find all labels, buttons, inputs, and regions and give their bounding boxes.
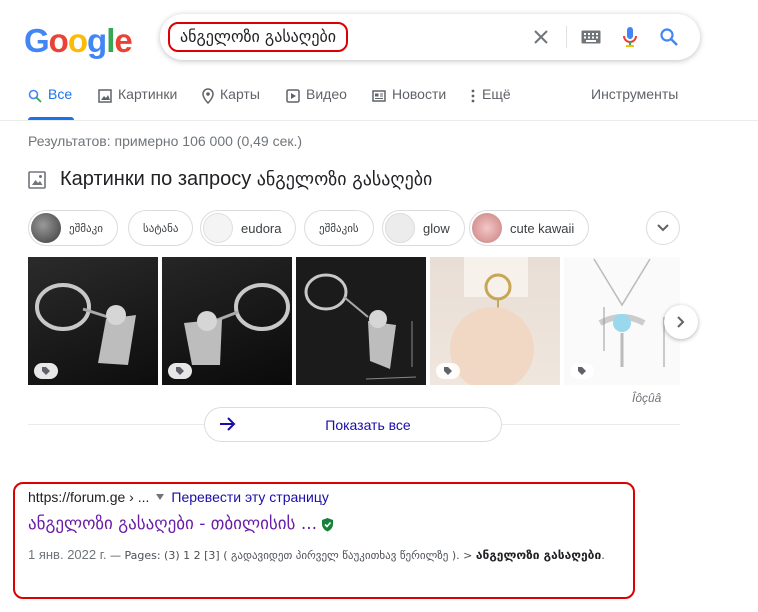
result-url-row: https://forum.ge › ... Перевести эту стр… [28,489,329,505]
tools-label: Инструменты [591,86,679,102]
caret-down-icon[interactable] [155,493,165,501]
close-icon[interactable] [528,24,554,50]
logo-letter: o [48,22,69,59]
verified-shield-icon [322,517,334,531]
chevron-down-icon [657,224,669,232]
chip-eudora[interactable]: eudora [200,210,297,246]
search-icon [28,89,42,103]
search-icon[interactable] [656,24,682,50]
translate-link[interactable]: Перевести эту страницу [171,489,328,505]
tab-more[interactable]: Ещё [470,86,511,120]
image-result[interactable] [28,257,158,385]
result-stats: Результатов: примерно 106 000 (0,49 сек.… [28,133,303,149]
images-heading-text: Картинки по запросу ანგელოზი გასაღები [60,168,432,191]
chip-label: glow [423,220,450,236]
chip-thumbnail [31,213,61,243]
search-tabs: Все Картинки Карты Видео Новости Ещё Инс… [28,86,708,120]
tab-images[interactable]: Картинки [98,86,177,120]
chip-glow[interactable]: glow [382,210,465,246]
tab-label: Видео [306,86,347,102]
tab-news[interactable]: Новости [372,86,446,120]
tools-button[interactable]: Инструменты [591,86,678,120]
chip-satana[interactable]: სატანა [128,210,194,246]
news-icon [372,90,386,102]
result-title-text[interactable]: ანგელოზი გასაღები - თბილისის ... [28,514,317,534]
image-caption: Îôçûâ [632,391,662,405]
images-heading-prefix: Картинки по запросу [60,168,252,190]
chip-label: eudora [241,220,282,236]
tabs-divider [0,120,758,121]
logo-letter: o [67,22,88,59]
tab-label: Картинки [118,86,178,102]
logo-letter: e [114,22,132,59]
result-snippet: 1 янв. 2022 г. — Pages: (3) 1 2 [3] ( გა… [28,543,628,567]
show-all-label: Показать все [325,416,411,433]
tag-icon [570,363,594,379]
image-icon [28,170,46,189]
map-pin-icon [202,88,214,104]
images-heading[interactable]: Картинки по запросу ანგელოზი გასაღები [28,168,432,191]
tab-all[interactable]: Все [28,86,74,120]
chip-label: cute kawaii [510,220,575,236]
tab-label: Ещё [482,86,511,102]
tab-maps[interactable]: Карты [202,86,260,120]
image-result[interactable] [430,257,560,385]
divider [566,26,567,48]
snippet-date: 1 янв. 2022 г. [28,547,107,562]
tab-label: Новости [392,86,447,102]
chip-label: სატანა [143,221,179,235]
snippet-end: . [601,547,605,562]
snippet-text: — Pages: (3) 1 2 [3] ( გადავიდეთ პირველ … [106,549,476,562]
tab-label: Все [48,86,73,102]
keyboard-icon[interactable] [578,24,604,50]
chip-thumbnail [203,213,233,243]
result-url[interactable]: https://forum.ge › ... [28,489,149,505]
images-next-button[interactable] [664,305,698,339]
keychain-image [304,273,417,380]
snippet-bold: ანგელოზი გასაღები [475,548,602,562]
image-icon [98,89,112,103]
tag-icon [436,363,460,379]
image-result[interactable] [564,257,680,385]
search-box[interactable]: ანგელოზი გასაღები [160,14,700,60]
tag-icon [168,363,192,379]
chip-thumbnail [385,213,415,243]
tab-video[interactable]: Видео [286,86,347,120]
chevron-right-icon [677,316,685,328]
logo-letter: g [87,22,107,59]
chip-label: ეშმაკის [319,221,359,235]
chip-thumbnail [472,213,502,243]
more-vert-icon [471,89,475,103]
chip-eshmaki[interactable]: ეშმაკი [28,210,118,246]
tab-label: Карты [220,86,260,102]
image-result[interactable] [296,257,426,385]
logo-letter: G [24,22,50,59]
result-title[interactable]: ანგელოზი გასაღები - თბილისის ... [28,514,334,534]
google-logo[interactable]: Google [24,22,133,60]
chip-label: ეშმაკი [69,221,103,235]
chip-cute-kawaii[interactable]: cute kawaii [469,210,590,246]
tag-icon [34,363,58,379]
video-icon [286,89,300,103]
chip-eshmakis[interactable]: ეშმაკის [304,210,374,246]
image-result[interactable] [162,257,292,385]
microphone-icon[interactable] [617,24,643,50]
chips-expand-button[interactable] [646,211,680,245]
show-all-button[interactable]: Показать все [204,407,502,442]
images-heading-query: ანგელოზი გასაღები [256,169,433,190]
search-input[interactable]: ანგელოზი გასაღები [168,22,349,52]
